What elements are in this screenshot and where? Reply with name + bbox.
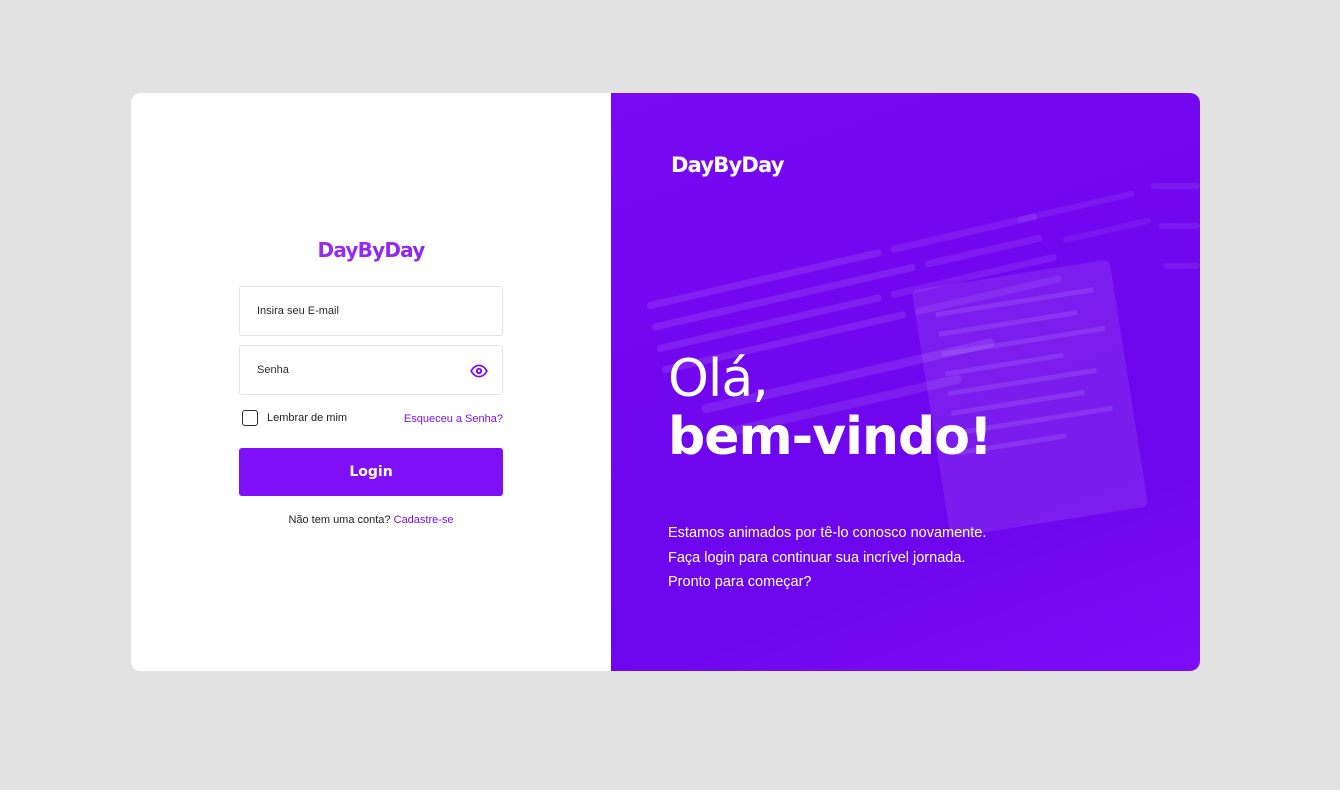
- eye-icon[interactable]: [470, 362, 488, 380]
- remember-checkbox[interactable]: [242, 410, 258, 426]
- signup-prompt: Não tem uma conta? Cadastre-se: [131, 514, 611, 526]
- welcome-panel: DayByDay Olá, bem-vindo! Estamos animado…: [611, 93, 1200, 671]
- signup-link[interactable]: Cadastre-se: [394, 514, 454, 526]
- email-input[interactable]: [257, 287, 467, 335]
- password-field[interactable]: [239, 345, 503, 395]
- welcome-line: Estamos animados por tê-lo conosco novam…: [668, 525, 987, 541]
- brand-logo-white: DayByDay: [671, 153, 784, 177]
- password-input[interactable]: [257, 346, 467, 394]
- remember-label: Lembrar de mim: [267, 412, 348, 424]
- welcome-text: Estamos animados por tê-lo conosco novam…: [668, 521, 986, 595]
- login-panel: DayByDay Lembrar de mim Esqueceu a Senha…: [131, 93, 611, 671]
- signup-prompt-text: Não tem uma conta?: [288, 514, 391, 526]
- login-card: DayByDay Lembrar de mim Esqueceu a Senha…: [131, 93, 1200, 671]
- greeting-heading: Olá,: [668, 349, 769, 409]
- welcome-heading: bem-vindo!: [668, 407, 993, 467]
- login-button[interactable]: Login: [239, 448, 503, 496]
- welcome-line: Faça login para continuar sua incrível j…: [668, 549, 966, 566]
- forgot-password-link[interactable]: Esqueceu a Senha?: [404, 413, 503, 425]
- welcome-line: Pronto para começar?: [668, 574, 812, 590]
- remember-me[interactable]: Lembrar de mim: [242, 410, 347, 426]
- email-field[interactable]: [239, 286, 503, 336]
- brand-logo: DayByDay: [131, 238, 611, 262]
